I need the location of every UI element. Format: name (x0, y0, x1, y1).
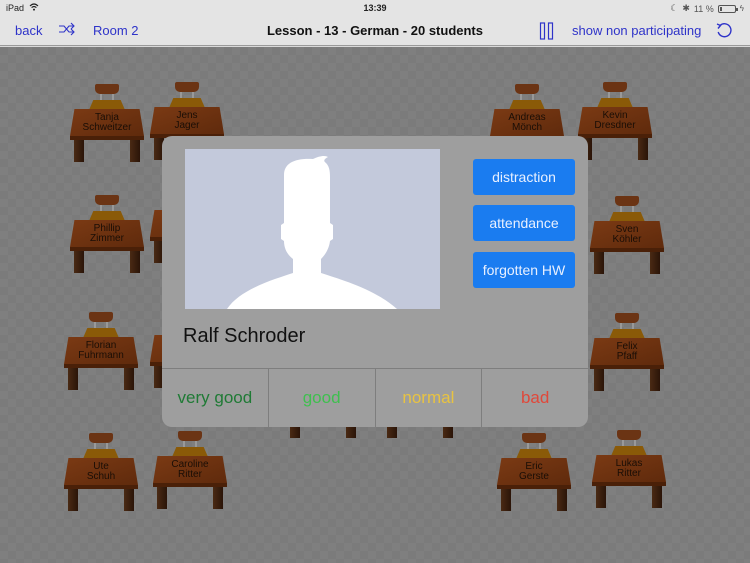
chair-icon (95, 195, 119, 205)
person-silhouette-icon (227, 155, 397, 309)
student-desk[interactable]: Eric Gerste (497, 433, 571, 511)
student-desk[interactable]: Ute Schuh (64, 433, 138, 511)
chair-icon (178, 431, 202, 441)
student-first-name: Sven (615, 223, 639, 235)
chair-icon (89, 433, 113, 443)
status-bar: iPad 13:39 ☾ ✱ 11 % ϟ (0, 0, 750, 16)
clock: 13:39 (363, 3, 387, 13)
student-last-name: Zimmer (90, 232, 124, 244)
shuffle-icon[interactable] (58, 22, 76, 41)
undo-icon[interactable] (715, 22, 733, 45)
student-first-name: Tanja (95, 111, 119, 123)
chair-icon (615, 196, 639, 206)
student-first-name: Andreas (508, 111, 546, 123)
student-first-name: Eric (525, 460, 543, 472)
attendance-button[interactable]: attendance (473, 205, 575, 241)
chair-icon (515, 84, 539, 94)
student-first-name: Kevin (602, 109, 628, 121)
student-desk[interactable]: Lukas Ritter (592, 430, 666, 508)
battery-percent: 11 % (693, 3, 714, 14)
chair-icon (95, 84, 119, 94)
student-desk[interactable]: Phillip Zimmer (70, 195, 144, 273)
student-desk[interactable]: Tanja Schweitzer (70, 84, 144, 162)
student-first-name: Ute (93, 460, 109, 472)
student-first-name: Jens (176, 109, 198, 121)
student-last-name: Gerste (518, 470, 549, 482)
student-detail-modal: distraction attendance forgotten HW Ralf… (162, 136, 588, 427)
show-non-participating-button[interactable]: show non participating (572, 23, 701, 38)
distraction-button[interactable]: distraction (473, 159, 575, 195)
bluetooth-icon: ✱ (682, 3, 690, 13)
student-desk[interactable]: Caroline Ritter (153, 431, 227, 509)
room-button[interactable]: Room 2 (93, 23, 139, 38)
student-last-name: Dresdner (594, 119, 636, 131)
battery-icon (717, 4, 738, 13)
back-button[interactable]: back (15, 23, 42, 38)
student-first-name: Phillip (93, 222, 121, 234)
student-desk[interactable]: Sven Köhler (590, 196, 664, 274)
navigation-bar: back Room 2 Lesson - 13 - German - 20 st… (0, 16, 750, 46)
rating-normal-button[interactable]: normal (376, 369, 483, 427)
pause-icon[interactable] (539, 22, 555, 45)
student-first-name: Lukas (615, 457, 643, 469)
student-last-name: Mönch (511, 121, 542, 133)
student-name: Ralf Schroder (183, 325, 306, 347)
student-desk[interactable]: Kevin Dresdner (578, 82, 652, 160)
student-last-name: Köhler (612, 233, 642, 245)
chair-icon (617, 430, 641, 440)
student-desk[interactable]: Felix Pfaff (590, 313, 664, 391)
student-last-name: Fuhrmann (78, 349, 124, 361)
chair-icon (603, 82, 627, 92)
rating-bad-button[interactable]: bad (482, 369, 588, 427)
student-first-name: Caroline (171, 458, 209, 470)
student-desk[interactable]: Florian Fuhrmann (64, 312, 138, 390)
student-last-name: Ritter (617, 467, 641, 479)
forgotten-hw-button[interactable]: forgotten HW (473, 252, 575, 288)
student-last-name: Ritter (178, 468, 202, 480)
chair-icon (175, 82, 199, 92)
student-last-name: Pfaff (616, 350, 638, 362)
moon-icon: ☾ (670, 3, 679, 13)
chair-icon (89, 312, 113, 322)
student-last-name: Jager (174, 119, 200, 131)
student-last-name: Schuh (86, 470, 116, 482)
charging-icon: ϟ (739, 4, 744, 13)
chair-icon (522, 433, 546, 443)
student-last-name: Schweitzer (82, 121, 132, 133)
student-first-name: Florian (85, 339, 117, 351)
student-photo (185, 149, 440, 309)
rating-bar: very good good normal bad (162, 368, 588, 427)
chair-icon (615, 313, 639, 323)
rating-good-button[interactable]: good (269, 369, 376, 427)
student-first-name: Felix (616, 340, 638, 352)
rating-very-good-button[interactable]: very good (162, 369, 269, 427)
